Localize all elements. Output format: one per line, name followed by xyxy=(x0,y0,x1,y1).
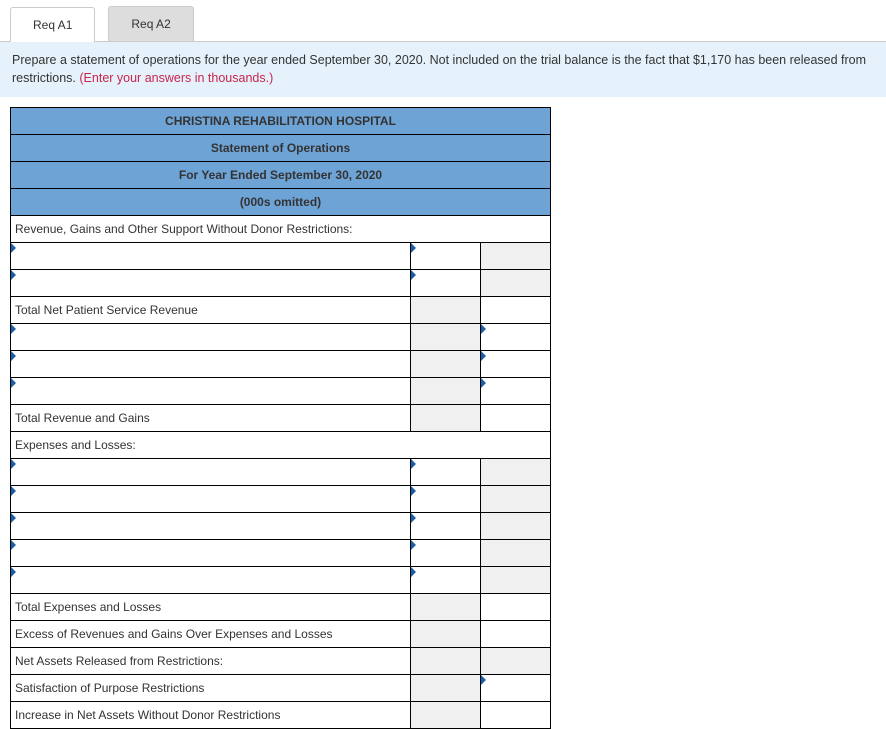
total-revenue-gains: Total Revenue and Gains xyxy=(11,405,411,432)
exp-line-4-label[interactable] xyxy=(11,540,411,567)
cell-gray xyxy=(411,351,481,378)
satisfaction-amt[interactable] xyxy=(481,675,551,702)
header-units: (000s omitted) xyxy=(11,189,551,216)
instruction-hint: (Enter your answers in thousands.) xyxy=(79,71,273,85)
exp-line-5-label[interactable] xyxy=(11,567,411,594)
cell-gray xyxy=(481,243,551,270)
cell-gray xyxy=(411,621,481,648)
tel-amt[interactable] xyxy=(481,594,551,621)
cell-gray xyxy=(481,540,551,567)
statement-table: CHRISTINA REHABILITATION HOSPITAL Statem… xyxy=(10,107,551,729)
cell-gray xyxy=(481,648,551,675)
tab-req-a1[interactable]: Req A1 xyxy=(10,7,95,42)
rev-line-5-amt2[interactable] xyxy=(481,378,551,405)
rev-line-5-label[interactable] xyxy=(11,378,411,405)
tnpsr-amt[interactable] xyxy=(481,297,551,324)
cell-gray xyxy=(481,486,551,513)
cell-gray xyxy=(411,594,481,621)
excess-amt[interactable] xyxy=(481,621,551,648)
header-period: For Year Ended September 30, 2020 xyxy=(11,162,551,189)
trg-amt[interactable] xyxy=(481,405,551,432)
increase-label: Increase in Net Assets Without Donor Res… xyxy=(11,702,411,729)
satisfaction-label: Satisfaction of Purpose Restrictions xyxy=(11,675,411,702)
released-label: Net Assets Released from Restrictions: xyxy=(11,648,411,675)
exp-line-1-label[interactable] xyxy=(11,459,411,486)
cell-gray xyxy=(411,324,481,351)
rev-line-4-amt2[interactable] xyxy=(481,351,551,378)
cell-gray xyxy=(411,648,481,675)
cell-gray xyxy=(411,405,481,432)
rev-line-1-label[interactable] xyxy=(11,243,411,270)
instruction-box: Prepare a statement of operations for th… xyxy=(0,42,886,97)
cell-gray xyxy=(411,297,481,324)
exp-line-1-amt1[interactable] xyxy=(411,459,481,486)
cell-gray xyxy=(411,675,481,702)
cell-gray xyxy=(481,459,551,486)
header-title: Statement of Operations xyxy=(11,135,551,162)
header-org: CHRISTINA REHABILITATION HOSPITAL xyxy=(11,108,551,135)
exp-line-5-amt1[interactable] xyxy=(411,567,481,594)
rev-line-3-label[interactable] xyxy=(11,324,411,351)
total-expenses-losses: Total Expenses and Losses xyxy=(11,594,411,621)
exp-line-4-amt1[interactable] xyxy=(411,540,481,567)
tab-req-a2[interactable]: Req A2 xyxy=(108,6,193,41)
cell-gray xyxy=(481,513,551,540)
exp-line-3-amt1[interactable] xyxy=(411,513,481,540)
exp-line-2-amt1[interactable] xyxy=(411,486,481,513)
rev-line-2-amt1[interactable] xyxy=(411,270,481,297)
tab-bar: Req A1 Req A2 xyxy=(0,6,886,42)
cell-gray xyxy=(411,378,481,405)
rev-line-2-label[interactable] xyxy=(11,270,411,297)
cell-gray xyxy=(481,567,551,594)
section-revenue: Revenue, Gains and Other Support Without… xyxy=(11,216,551,243)
exp-line-2-label[interactable] xyxy=(11,486,411,513)
increase-amt[interactable] xyxy=(481,702,551,729)
rev-line-1-amt1[interactable] xyxy=(411,243,481,270)
rev-line-4-label[interactable] xyxy=(11,351,411,378)
cell-gray xyxy=(481,270,551,297)
section-expenses: Expenses and Losses: xyxy=(11,432,551,459)
exp-line-3-label[interactable] xyxy=(11,513,411,540)
rev-line-3-amt2[interactable] xyxy=(481,324,551,351)
cell-gray xyxy=(411,702,481,729)
total-net-patient-revenue: Total Net Patient Service Revenue xyxy=(11,297,411,324)
excess-label: Excess of Revenues and Gains Over Expens… xyxy=(11,621,411,648)
